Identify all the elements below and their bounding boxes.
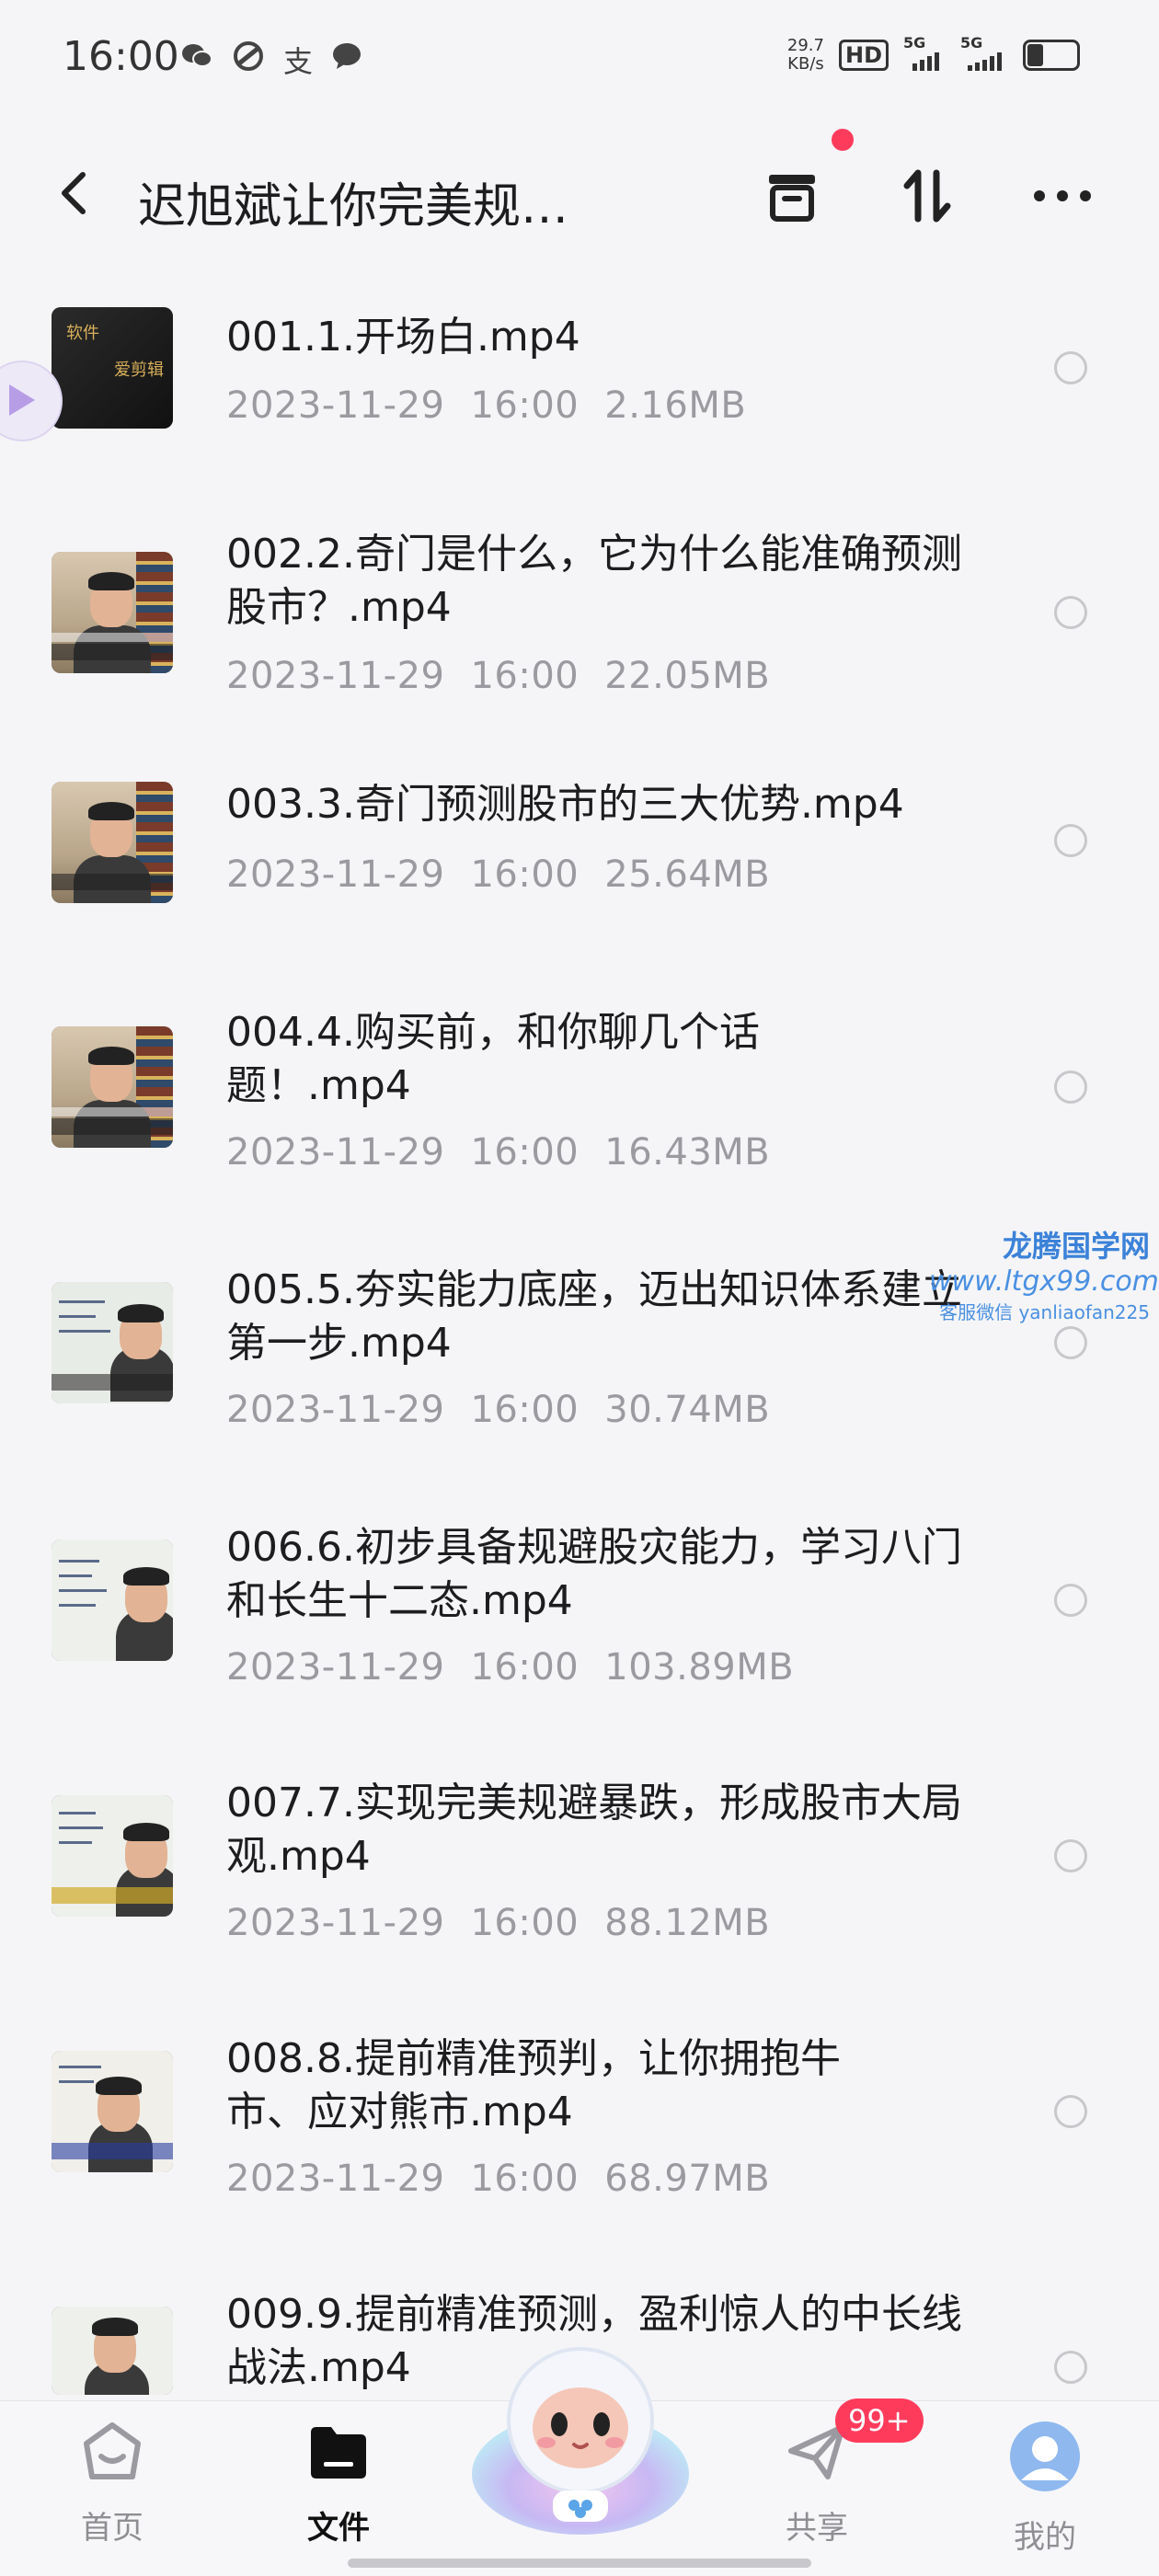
file-name: 003.3.奇门预测股市的三大优势.mp4 xyxy=(226,781,904,828)
list-item[interactable]: 003.3.奇门预测股市的三大优势.mp4 2023-11-29 16:00 25.… xyxy=(0,754,1159,920)
back-button[interactable] xyxy=(55,167,92,219)
video-thumbnail xyxy=(52,2307,173,2395)
notification-icons: 支 xyxy=(180,39,362,81)
title-bar: 迟旭斌让你完美规… xyxy=(0,147,1159,239)
select-radio[interactable] xyxy=(1054,1839,1087,1872)
alipay-icon: 支 xyxy=(283,44,314,79)
list-item[interactable]: 002.2.奇门是什么，它为什么能准确预测股市？.mp4 2023-11-29 1… xyxy=(0,487,1159,697)
status-bar: 16:00 支 29.7 KB/s HD 5G 5G xyxy=(0,0,1159,120)
file-name: 005.5.夯实能力底座，迈出知识体系建立第一步.mp4 xyxy=(226,1266,962,1367)
list-item[interactable]: 006.6.初步具备规避股灾能力，学习八门和长生十二态.mp4 2023-11-… xyxy=(0,1517,1159,1738)
video-thumbnail xyxy=(52,1540,173,1661)
video-thumbnail: 软件 爱剪辑 xyxy=(52,307,173,429)
video-thumbnail xyxy=(52,1795,173,1917)
link-icon xyxy=(232,40,265,80)
select-radio[interactable] xyxy=(1054,2351,1087,2384)
file-meta: 2023-11-29 16:00 25.64MB xyxy=(226,853,771,896)
file-meta: 2023-11-29 16:00 88.12MB xyxy=(226,1902,771,1944)
battery-icon xyxy=(1023,40,1080,71)
select-radio[interactable] xyxy=(1054,596,1087,629)
file-meta: 2023-11-29 16:00 2.16MB xyxy=(226,384,747,427)
hd-badge: HD xyxy=(838,40,889,71)
assistant-mascot-button[interactable] xyxy=(465,2336,695,2538)
select-radio[interactable] xyxy=(1054,1070,1087,1104)
net-speed: 29.7 KB/s xyxy=(786,36,824,74)
tab-files[interactable]: 文件 xyxy=(274,2420,403,2547)
file-name: 007.7.实现完美规避暴跌，形成股市大局观.mp4 xyxy=(226,1780,962,1880)
video-thumbnail xyxy=(52,1282,173,1403)
status-time: 16:00 xyxy=(63,33,179,80)
file-meta: 2023-11-29 16:00 68.97MB xyxy=(226,2158,771,2200)
tab-me[interactable]: 我的 xyxy=(981,2420,1109,2557)
file-name: 001.1.开场白.mp4 xyxy=(226,314,580,361)
arrow-icon xyxy=(9,384,35,416)
select-radio[interactable] xyxy=(1054,1584,1087,1617)
wechat-icon xyxy=(180,41,213,78)
file-meta: 2023-11-29 16:00 103.89MB xyxy=(226,1646,795,1689)
tab-home[interactable]: 首页 xyxy=(48,2420,177,2547)
archive-button[interactable] xyxy=(760,164,824,228)
video-thumbnail xyxy=(52,552,173,673)
select-radio[interactable] xyxy=(1054,824,1087,857)
more-button[interactable] xyxy=(1030,164,1095,228)
page-title: 迟旭斌让你完美规… xyxy=(138,179,569,235)
video-thumbnail xyxy=(52,2051,173,2172)
file-name: 002.2.奇门是什么，它为什么能准确预测股市？.mp4 xyxy=(226,531,962,631)
watermark: 龙腾国学网 www.ltgx99.com 客服微信 yanliaofan225 xyxy=(929,1229,1159,1323)
video-thumbnail xyxy=(52,782,173,903)
video-thumbnail xyxy=(52,1026,173,1148)
file-meta: 2023-11-29 16:00 30.74MB xyxy=(226,1389,771,1431)
file-meta: 2023-11-29 16:00 22.05MB xyxy=(226,655,771,697)
chat-icon xyxy=(331,41,362,78)
list-item[interactable]: 004.4.购买前，和你聊几个话题！.mp4 2023-11-29 16:00 16… xyxy=(0,1002,1159,1223)
list-item[interactable]: 007.7.实现完美规避暴跌，形成股市大局观.mp4 2023-11-29 16:… xyxy=(0,1773,1159,1994)
sort-button[interactable] xyxy=(898,164,962,228)
signal-sim1-icon: 5G xyxy=(903,34,946,71)
file-name: 004.4.购买前，和你聊几个话题！.mp4 xyxy=(226,1009,760,1109)
notification-dot xyxy=(832,129,854,151)
file-meta: 2023-11-29 16:00 16.43MB xyxy=(226,1131,771,1174)
list-item[interactable]: 008.8.提前精准预判，让你拥抱牛市、应对熊市.mp4 2023-11-29 1… xyxy=(0,2029,1159,2250)
sort-icon xyxy=(903,169,951,223)
select-radio[interactable] xyxy=(1054,2095,1087,2128)
mascot-icon xyxy=(472,2347,689,2535)
home-icon xyxy=(84,2422,141,2479)
file-name: 008.8.提前精准预判，让你拥抱牛市、应对熊市.mp4 xyxy=(226,2035,841,2135)
list-item[interactable]: 软件 爱剪辑 001.1.开场白.mp4 2023-11-29 16:00 2.16… xyxy=(0,276,1159,460)
home-indicator xyxy=(348,2559,811,2568)
share-badge: 99+ xyxy=(835,2399,924,2443)
file-name: 006.6.初步具备规避股灾能力，学习八门和长生十二态.mp4 xyxy=(226,1524,962,1624)
folder-icon xyxy=(311,2427,366,2479)
more-icon xyxy=(1034,190,1091,201)
chevron-left-icon xyxy=(62,172,86,214)
signal-sim2-icon: 5G xyxy=(960,34,1008,71)
archive-icon xyxy=(769,175,815,222)
avatar-icon xyxy=(1010,2421,1080,2491)
select-radio[interactable] xyxy=(1054,351,1087,384)
select-radio[interactable] xyxy=(1054,1326,1087,1359)
